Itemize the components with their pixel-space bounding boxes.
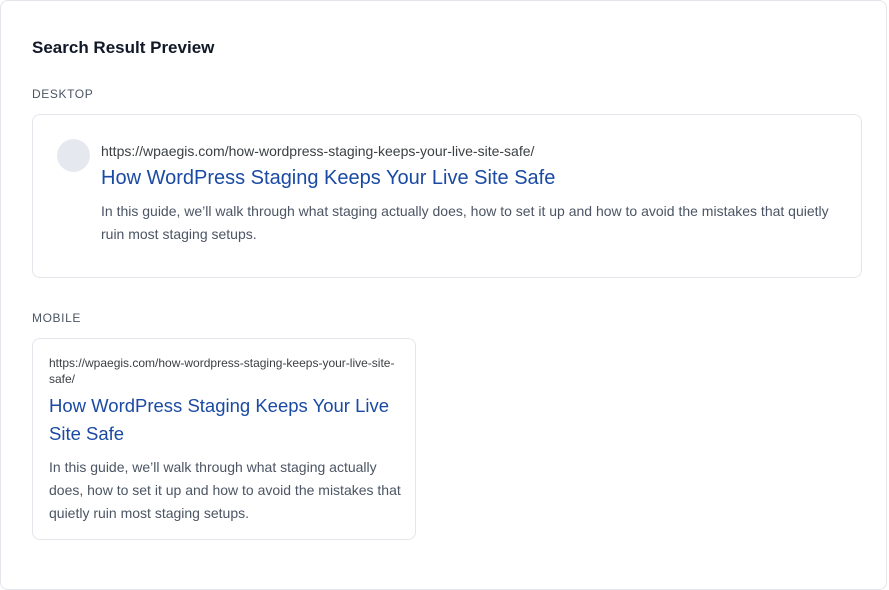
desktop-section-label: DESKTOP [32, 87, 94, 101]
mobile-result-url: https://wpaegis.com/how-wordpress-stagin… [49, 356, 395, 386]
search-result-preview-panel: Search Result Preview DESKTOP https://wp… [0, 0, 887, 590]
desktop-result-headline[interactable]: How WordPress Staging Keeps Your Live Si… [101, 165, 555, 191]
mobile-result-headline[interactable]: How WordPress Staging Keeps Your Live Si… [49, 392, 404, 448]
desktop-preview-card: https://wpaegis.com/how-wordpress-stagin… [32, 114, 862, 278]
site-favicon-placeholder-icon [57, 139, 90, 172]
mobile-result-description: In this guide, we’ll walk through what s… [49, 459, 401, 521]
panel-title: Search Result Preview [32, 38, 215, 57]
desktop-result-description: In this guide, we’ll walk through what s… [101, 203, 829, 242]
mobile-preview-card: https://wpaegis.com/how-wordpress-stagin… [32, 338, 416, 540]
desktop-result-url: https://wpaegis.com/how-wordpress-stagin… [101, 143, 535, 159]
mobile-section-label: MOBILE [32, 311, 81, 325]
